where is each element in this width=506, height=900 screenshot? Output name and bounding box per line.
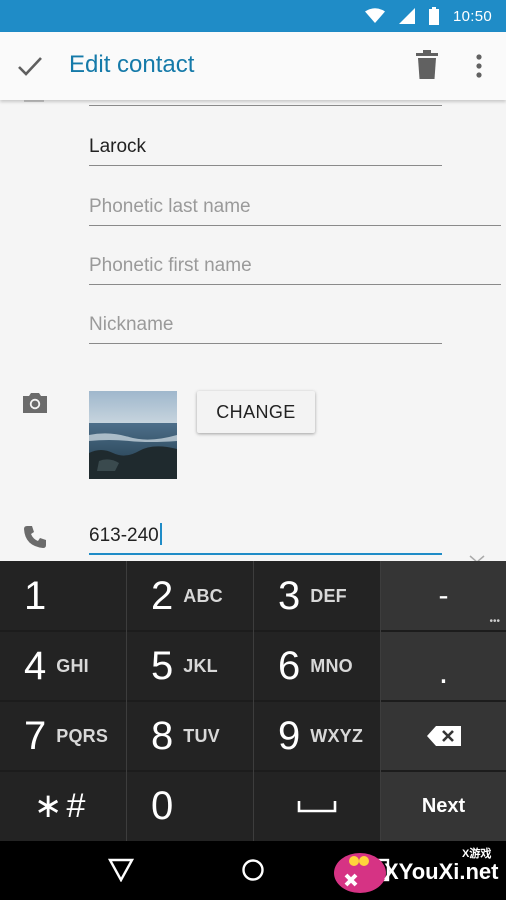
key-dot[interactable]: .	[381, 631, 506, 701]
edit-form: Larock Phonetic last name Phonetic first…	[0, 100, 506, 561]
status-bar: 10:50	[0, 0, 506, 32]
trash-icon[interactable]	[414, 50, 440, 80]
space-icon	[297, 801, 337, 813]
cell-signal-icon	[398, 8, 415, 24]
key-8[interactable]: 8 TUV	[127, 701, 253, 771]
text-cursor	[159, 523, 162, 545]
key-3[interactable]: 3 DEF	[254, 561, 380, 631]
key-space[interactable]	[254, 771, 380, 841]
last-name-value: Larock	[89, 136, 147, 157]
app-bar: Edit contact	[0, 32, 506, 100]
key-5[interactable]: 5 JKL	[127, 631, 253, 701]
key-6[interactable]: 6 MNO	[254, 631, 380, 701]
wifi-icon	[364, 8, 385, 23]
key-0[interactable]: 0	[127, 771, 253, 841]
phone-value: 613-240	[89, 523, 162, 547]
phone-icon	[24, 526, 46, 548]
watermark-logo-icon	[334, 853, 386, 893]
nickname-placeholder: Nickname	[89, 314, 174, 335]
phone-field[interactable]: 613-240	[89, 511, 442, 555]
watermark-text: XYouXi.net	[384, 859, 499, 884]
phonetic-first-name-field[interactable]: Phonetic first name	[89, 241, 501, 285]
phonetic-last-name-placeholder: Phonetic last name	[89, 196, 251, 217]
last-name-field[interactable]: Larock	[89, 122, 442, 166]
key-1[interactable]: 1	[0, 561, 126, 631]
phonetic-last-name-field[interactable]: Phonetic last name	[89, 182, 501, 226]
status-time: 10:50	[452, 7, 492, 25]
key-4[interactable]: 4 GHI	[0, 631, 126, 701]
back-icon[interactable]	[108, 858, 134, 882]
key-star-hash[interactable]: ∗#	[0, 771, 126, 841]
key-9[interactable]: 9 WXYZ	[254, 701, 380, 771]
nickname-field[interactable]: Nickname	[89, 300, 442, 344]
contact-photo[interactable]	[89, 391, 177, 479]
page-title: Edit contact	[69, 51, 195, 78]
backspace-key[interactable]	[381, 701, 506, 771]
scrolled-icon-edge	[24, 100, 44, 102]
phonetic-first-name-placeholder: Phonetic first name	[89, 255, 252, 276]
next-key[interactable]: Next	[381, 771, 506, 841]
more-symbols-indicator: •••	[489, 616, 500, 627]
check-icon[interactable]	[16, 52, 44, 80]
numeric-keypad: 1 2 ABC 3 DEF - ••• 4 GHI 5 JKL 6 MNO . 7 PQRS…	[0, 561, 506, 841]
key-7[interactable]: 7 PQRS	[0, 701, 126, 771]
change-photo-button[interactable]: CHANGE	[197, 391, 315, 433]
camera-icon	[23, 393, 47, 413]
watermark: X游戏 XYouXi.net	[332, 843, 504, 899]
battery-icon	[428, 7, 439, 25]
home-icon[interactable]	[241, 858, 265, 882]
more-vert-icon[interactable]	[468, 52, 490, 80]
scrolled-field[interactable]	[89, 100, 442, 106]
key-dash[interactable]: - •••	[381, 561, 506, 631]
backspace-icon	[426, 726, 461, 746]
key-2[interactable]: 2 ABC	[127, 561, 253, 631]
